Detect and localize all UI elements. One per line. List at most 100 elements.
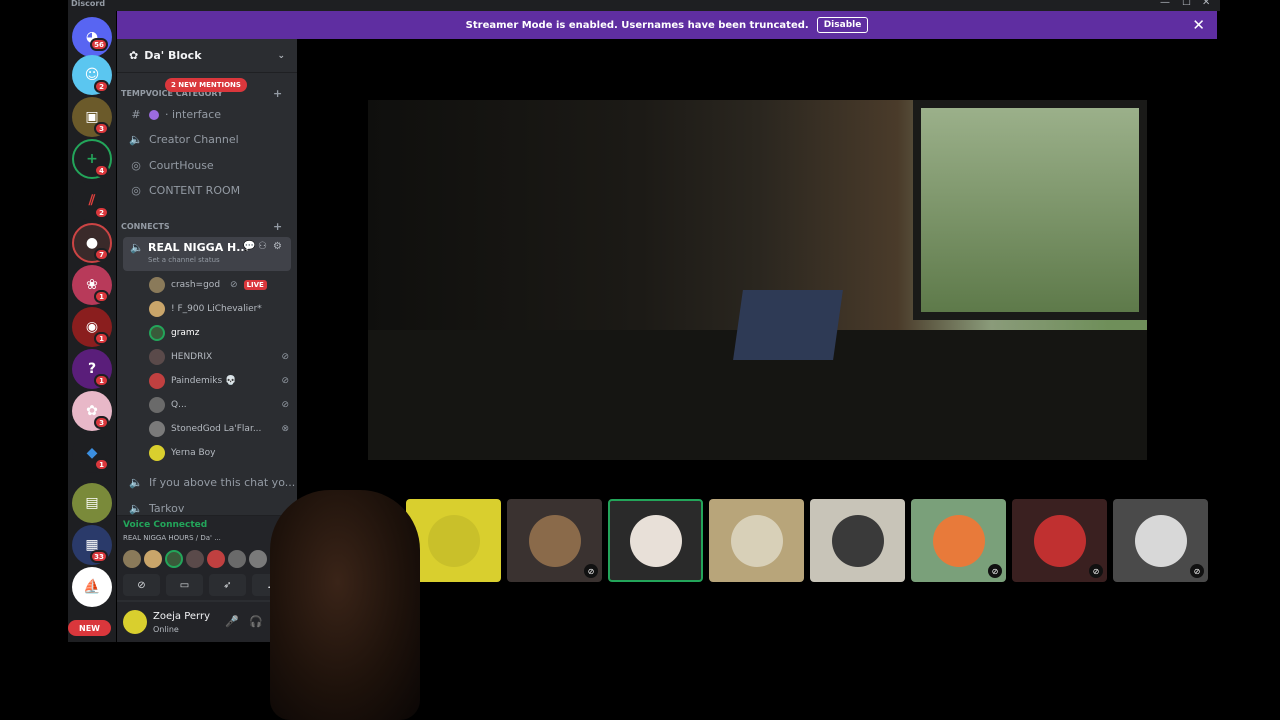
avatar [730,514,783,567]
avatar [932,514,985,567]
channel-status[interactable]: Set a channel status [148,256,220,264]
participant-tile[interactable] [406,499,501,582]
gear-icon[interactable]: ⚙ [273,241,282,252]
stream-video[interactable] [368,100,1147,460]
muted-icon: ⊘ [1190,564,1204,578]
server-header[interactable]: ✿ Da' Block ⌄ [117,39,297,73]
avatar[interactable] [228,550,246,568]
server-name: Da' Block [144,49,202,62]
voice-user[interactable]: Yerna Boy [149,445,289,461]
maximize-button[interactable]: ☐ [1182,0,1191,8]
participant-tile[interactable] [810,499,905,582]
add-channel-icon[interactable]: + [273,220,282,233]
avatar[interactable] [144,550,162,568]
channel-courthouse[interactable]: ◎ CourtHouse [129,159,214,172]
voice-actions: ⊘ ▭ ➶ ♪ [123,574,289,596]
channel-label: Creator Channel [149,133,239,146]
disable-streamer-mode-button[interactable]: Disable [816,17,869,33]
headphones-icon[interactable]: 🎧 [249,615,263,628]
server-badge: 3 [94,416,109,429]
voice-user[interactable]: HENDRIX ⊘ [149,349,289,365]
avatar [149,301,165,317]
direct-messages-icon[interactable]: ◕ [72,17,112,57]
channel-interface[interactable]: # · interface [129,108,221,121]
close-banner-icon[interactable]: ✕ [1192,16,1205,34]
voice-channel-name[interactable]: REAL NIGGA HOURS / Da' ... [123,534,221,542]
stage-icon: ◎ [131,159,141,172]
title-bar: Discord — ☐ ✕ [68,0,1220,11]
user-name: Paindemiks 💀 [171,376,237,386]
avatar [528,514,581,567]
avatar [1033,514,1086,567]
channel-creator[interactable]: 🔈 Creator Channel [129,133,239,146]
server-icon-boat[interactable]: ⛵ [72,567,112,607]
server-badge: 1 [94,374,109,387]
avatar [149,421,165,437]
server-list: ◕ 56 ☺ 2 ▣ 3 + 4 ⫽ 2 ● 7 ❀ 1 ◉ 1 ? 1 ✿ 3… [68,11,116,642]
voice-user[interactable]: StonedGod La'Flar... ⊗ [149,421,289,437]
voice-user[interactable]: Q... ⊘ [149,397,289,413]
microphone-icon[interactable]: 🎤 [225,615,239,628]
channel-if-you-above[interactable]: 🔈 If you above this chat yo... [129,476,295,489]
channel-content-room[interactable]: ◎ CONTENT ROOM [129,184,240,197]
channel-label: · interface [165,108,222,121]
participant-tile[interactable]: ⊘ [507,499,602,582]
server-icon-game[interactable]: ▤ [72,483,112,523]
new-unreads-pill[interactable]: NEW [68,620,111,636]
laptop-image [733,290,843,360]
voice-user[interactable]: gramz [149,325,289,341]
avatar [831,514,884,567]
chat-icon[interactable]: 💬 [243,241,255,252]
speaker-icon: 🔈 [129,476,143,489]
speaker-icon: 🔈 [130,241,144,254]
user-name[interactable]: Zoeja Perry [153,611,210,622]
participant-tile[interactable]: ⊘ [1012,499,1107,582]
avatar [149,325,165,341]
participant-tile[interactable]: ⊘ [1113,499,1208,582]
add-channel-icon[interactable]: + [273,87,282,100]
server-boost-icon: ✿ [129,49,139,62]
invite-icon[interactable]: ⚇ [258,241,267,252]
avatar[interactable] [165,550,183,568]
avatar [1134,514,1187,567]
live-badge: LIVE [243,280,267,290]
channel-label: CourtHouse [149,159,214,172]
xbox-icon: ⊗ [281,424,289,434]
muted-icon: ⊘ [281,376,289,386]
participant-tile[interactable]: ⊘ [911,499,1006,582]
new-mentions-pill[interactable]: 2 NEW MENTIONS [165,78,247,92]
muted-icon: ⊘ [988,564,1002,578]
close-window-button[interactable]: ✕ [1202,0,1210,8]
voice-user[interactable]: crash=god ⊘ LIVE [149,277,289,293]
banner-text: Streamer Mode is enabled. Usernames have… [465,19,809,31]
channel-label: CONTENT ROOM [149,184,241,197]
stage-icon: ◎ [131,184,141,197]
voice-connected-status[interactable]: Voice Connected [123,520,207,530]
voice-user[interactable]: Paindemiks 💀 ⊘ [149,373,289,389]
active-voice-channel[interactable]: 🔈 REAL NIGGA H... Set a channel status 💬… [123,237,291,271]
participant-tile[interactable] [608,499,703,582]
avatar[interactable] [249,550,267,568]
channel-label: Tarkov [149,502,185,515]
channel-tarkov[interactable]: 🔈 Tarkov [129,502,184,515]
participant-tile[interactable] [709,499,804,582]
minimize-button[interactable]: — [1160,0,1170,8]
window-image [913,100,1147,320]
camera-off-icon[interactable]: ⊘ [123,574,160,596]
user-name: StonedGod La'Flar... [171,424,262,434]
muted-icon: ⊘ [1089,564,1103,578]
avatar [149,277,165,293]
screen-share-icon[interactable]: ▭ [166,574,203,596]
avatar[interactable] [186,550,204,568]
chevron-down-icon[interactable]: ⌄ [277,51,285,61]
voice-user[interactable]: ! F_900 LiChevalier* [149,301,289,317]
server-badge: 2 [94,80,109,93]
server-badge: 2 [94,206,109,219]
activity-rocket-icon[interactable]: ➶ [209,574,246,596]
avatar[interactable] [123,550,141,568]
avatar[interactable] [123,610,147,634]
avatar [149,397,165,413]
user-name: gramz [171,328,200,338]
category-connects[interactable]: CONNECTS + [121,220,282,233]
avatar[interactable] [207,550,225,568]
